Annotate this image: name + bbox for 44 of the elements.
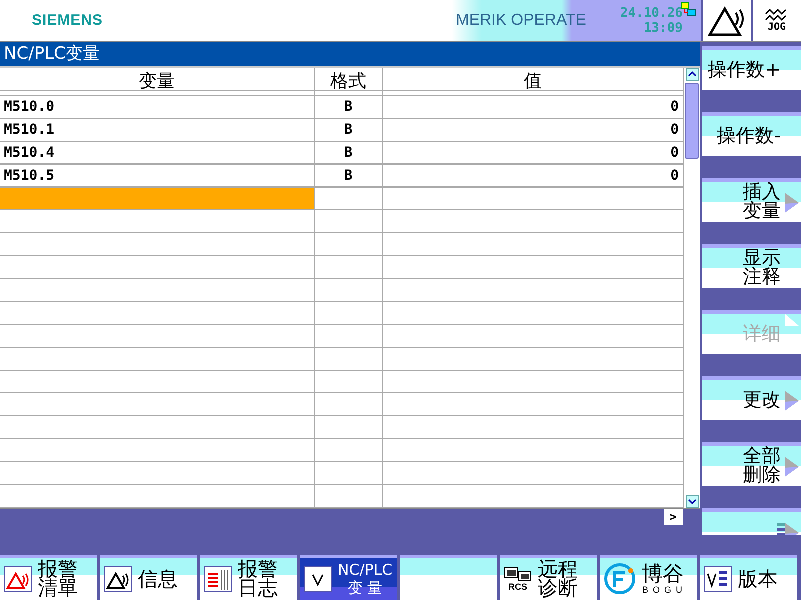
softkey[interactable] <box>400 555 497 600</box>
format-cell: B <box>315 142 383 165</box>
alarm-icon <box>104 566 132 592</box>
softkey[interactable]: 操作数+ <box>702 46 801 90</box>
column-header: 格式 <box>315 68 383 96</box>
bogu-logo <box>604 563 636 595</box>
variable-icon <box>304 566 332 592</box>
format-cell: B <box>315 118 383 142</box>
logo-caption: B O G U <box>642 585 684 595</box>
format-cell: B <box>315 96 383 119</box>
column-header: 变量 <box>0 68 315 96</box>
network-icon <box>681 2 697 17</box>
log-icon <box>204 566 232 592</box>
softkey[interactable]: 更改 <box>702 376 801 420</box>
softkey[interactable]: 报警 日志 <box>200 555 297 600</box>
softkey[interactable]: 信息 <box>100 555 197 600</box>
alarm-list-icon <box>4 566 32 592</box>
input-cell[interactable] <box>0 188 315 210</box>
softkey[interactable]: NC/PLC 变 量 <box>300 555 397 600</box>
variable-cell: M510.1 <box>0 118 315 142</box>
softkey[interactable]: 全部 删除 <box>702 442 801 486</box>
date: 24.10.26 <box>620 6 683 20</box>
scroll-up-icon <box>686 68 698 81</box>
scroll-right-button[interactable]: > <box>664 509 683 526</box>
time: 13:09 <box>644 20 683 36</box>
format-cell: B <box>315 164 383 188</box>
softkey[interactable]: 报警 清單 <box>0 555 97 600</box>
computer-icon <box>504 566 532 582</box>
icon-label: RCS <box>508 582 528 592</box>
mode-label: JOG <box>768 22 786 33</box>
variable-cell: M510.4 <box>0 142 315 165</box>
softkey[interactable]: 操作数- <box>702 112 801 156</box>
window-title: NC/PLC变量 <box>4 43 100 66</box>
softkey[interactable]: 显示 注释 <box>702 244 801 288</box>
softkey[interactable]: RCS 远程 诊断 <box>500 555 597 600</box>
product-title: MERIK OPERATE <box>456 12 586 28</box>
siemens-logo: SIEMENS <box>32 12 104 29</box>
scroll-down-icon <box>686 495 698 508</box>
scroll-thumb[interactable] <box>685 82 699 159</box>
softkey[interactable]: 版本 <box>700 555 797 600</box>
version-icon <box>704 566 732 592</box>
logo-softkey[interactable]: 博谷 B O G U <box>600 555 697 600</box>
variable-cell: M510.0 <box>0 96 315 119</box>
softkey[interactable]: 插入 变量 <box>702 178 801 222</box>
